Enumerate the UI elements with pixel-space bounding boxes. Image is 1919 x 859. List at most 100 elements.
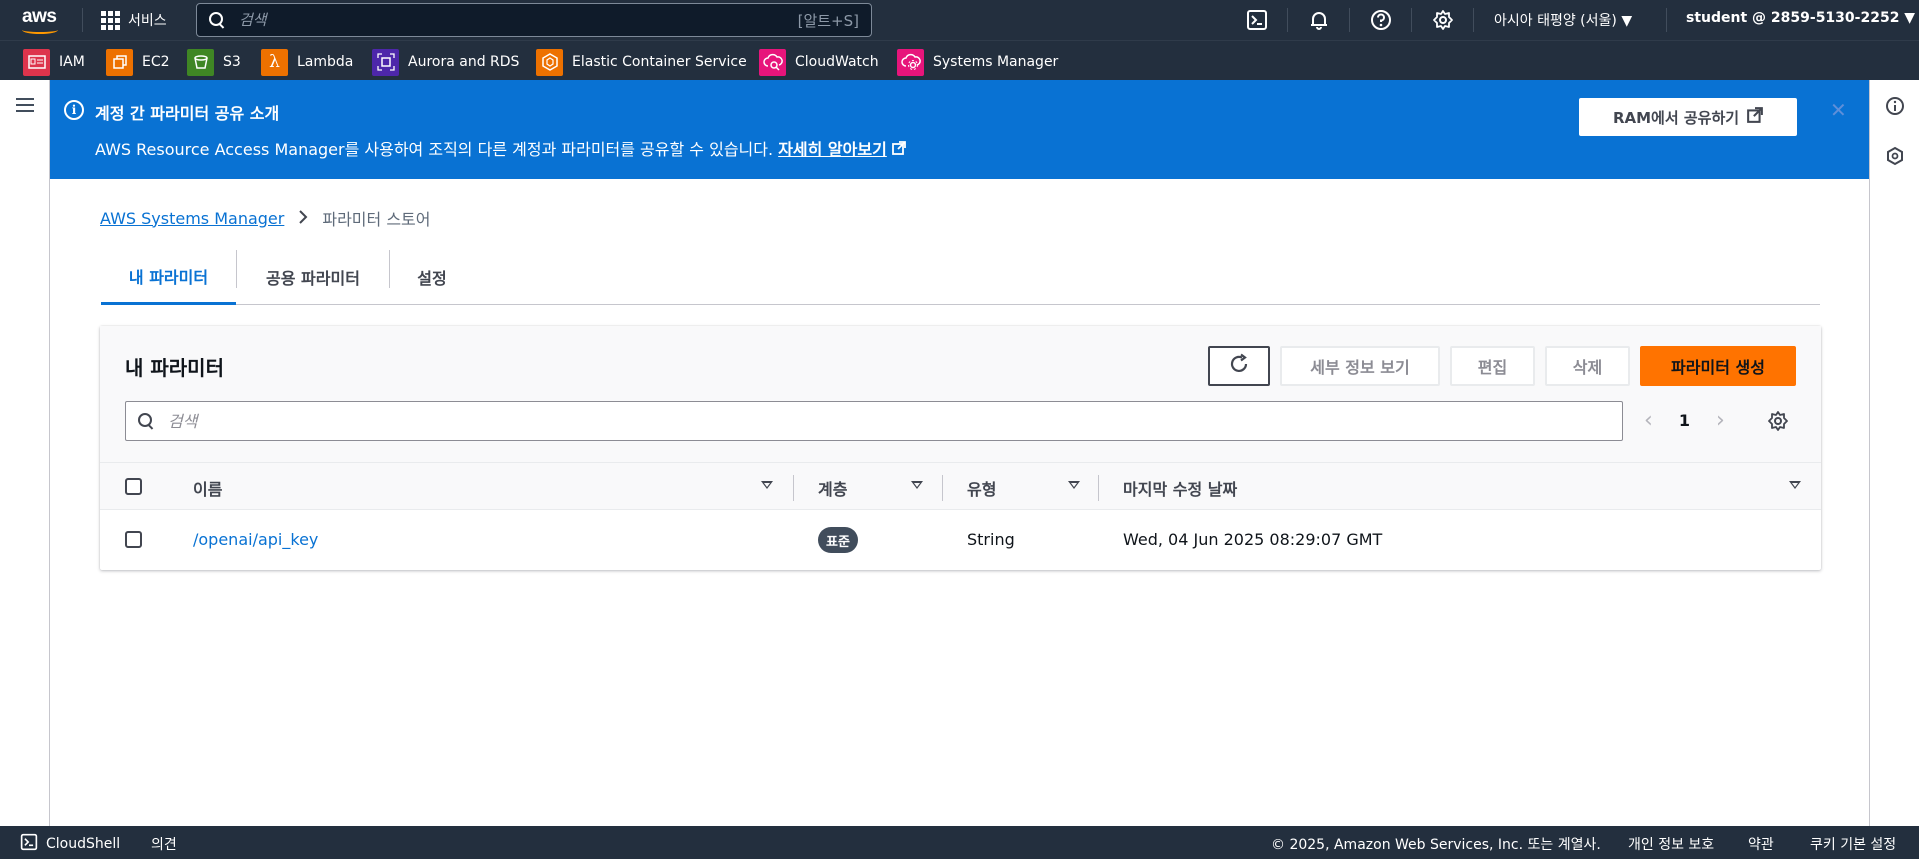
favorite-ecs[interactable]: Elastic Container Service (536, 48, 747, 76)
cloudshell-label: CloudShell (46, 836, 121, 852)
global-search-input[interactable] (239, 11, 798, 29)
edit-button[interactable]: 편집 (1450, 346, 1535, 386)
aws-logo[interactable]: aws (20, 4, 62, 36)
services-label: 서비스 (128, 13, 167, 29)
favorite-label: S3 (223, 54, 241, 70)
external-link-icon (1747, 107, 1763, 127)
services-menu-button[interactable]: 서비스 (100, 8, 167, 32)
breadcrumb-systems-manager[interactable]: AWS Systems Manager (100, 209, 284, 228)
panel-title: 내 파라미터 (125, 356, 224, 380)
favorite-label: IAM (59, 54, 85, 70)
column-divider[interactable] (942, 475, 943, 501)
cookie-preferences-link[interactable]: 쿠키 기본 설정 (1810, 834, 1896, 854)
column-divider[interactable] (1098, 475, 1099, 501)
divider (1666, 8, 1667, 32)
flash-notification: i 계정 간 파라미터 공유 소개 AWS Resource Access Ma… (50, 80, 1869, 179)
favorite-ec2[interactable]: EC2 (106, 48, 170, 76)
column-header-last-modified[interactable]: 마지막 수정 날짜 (1123, 476, 1237, 500)
favorite-systems-manager[interactable]: Systems Manager (897, 48, 1058, 76)
sort-icon[interactable] (911, 481, 923, 489)
create-parameter-button[interactable]: 파라미터 생성 (1640, 346, 1796, 386)
settings-icon[interactable] (1431, 8, 1455, 32)
parameters-table-panel: 내 파라미터 세부 정보 보기 편집 삭제 파라미터 생성 ‹ 1 › 이름 계… (100, 326, 1821, 570)
flash-message-text: AWS Resource Access Manager를 사용하여 조직의 다른… (95, 140, 774, 159)
aws-logo-text: aws (22, 6, 57, 27)
table-header: 이름 계층 유형 마지막 수정 날짜 (100, 462, 1821, 510)
parameter-search[interactable] (125, 401, 1623, 441)
ec2-service-icon (106, 48, 133, 76)
panel-header: 내 파라미터 세부 정보 보기 편집 삭제 파라미터 생성 ‹ 1 › (100, 326, 1821, 462)
sort-icon[interactable] (1068, 481, 1080, 489)
region-selector[interactable]: 아시아 태평양 (서울) ▼ (1494, 10, 1632, 30)
sort-icon[interactable] (1789, 481, 1801, 489)
cloudshell-icon[interactable] (1245, 8, 1269, 32)
row-checkbox[interactable] (125, 531, 142, 548)
info-panel-icon[interactable] (1885, 96, 1905, 120)
notifications-icon[interactable] (1307, 8, 1331, 32)
sort-icon[interactable] (761, 481, 773, 489)
menu-icon[interactable] (16, 98, 34, 112)
tab-my-parameters[interactable]: 내 파라미터 (101, 250, 236, 305)
aws-smile-icon (22, 26, 58, 34)
flash-title: 계정 간 파라미터 공유 소개 (95, 104, 280, 123)
column-header-name[interactable]: 이름 (193, 476, 222, 500)
delete-button[interactable]: 삭제 (1545, 346, 1630, 386)
divider (1411, 8, 1412, 32)
table-row: /openai/api_key 표준 String Wed, 04 Jun 20… (100, 510, 1821, 568)
resource-explorer-icon[interactable] (1885, 146, 1905, 170)
divider (82, 8, 83, 32)
feedback-link[interactable]: 의견 (151, 834, 177, 854)
account-menu[interactable]: student @ 2859-5130-2252 ▼ (1686, 10, 1915, 26)
tab-settings[interactable]: 설정 (390, 250, 474, 304)
refresh-icon (1228, 353, 1250, 379)
console-footer: CloudShell 의견 © 2025, Amazon Web Service… (0, 826, 1919, 859)
table-preferences-gear-icon[interactable] (1767, 410, 1789, 436)
next-page-icon[interactable]: › (1716, 408, 1725, 433)
tab-list: 내 파라미터 공용 파라미터 설정 (101, 250, 1820, 305)
cloudshell-button[interactable]: CloudShell (20, 833, 120, 855)
privacy-link[interactable]: 개인 정보 보호 (1628, 834, 1714, 854)
help-icon[interactable] (1369, 8, 1393, 32)
global-search[interactable]: [알트+S] (196, 3, 872, 37)
previous-page-icon[interactable]: ‹ (1644, 408, 1653, 433)
systems-manager-icon (897, 48, 924, 76)
refresh-button[interactable] (1208, 346, 1270, 386)
ram-button-label: RAM에서 공유하기 (1612, 108, 1740, 127)
close-icon[interactable]: ✕ (1830, 98, 1847, 122)
favorite-iam[interactable]: IAM (23, 48, 85, 76)
top-navigation: aws 서비스 [알트+S] 아시아 태평양 (서울) ▼ student @ … (0, 0, 1919, 40)
flash-message: AWS Resource Access Manager를 사용하여 조직의 다른… (95, 136, 906, 160)
share-in-ram-button[interactable]: RAM에서 공유하기 (1579, 98, 1797, 136)
divider (1473, 8, 1474, 32)
current-page-number[interactable]: 1 (1679, 411, 1690, 430)
favorite-s3[interactable]: S3 (187, 48, 241, 76)
breadcrumb: AWS Systems Manager 파라미터 스토어 (100, 206, 431, 230)
favorite-label: EC2 (142, 54, 170, 70)
column-header-type[interactable]: 유형 (967, 476, 996, 500)
parameter-search-input[interactable] (168, 411, 1610, 431)
search-shortcut-hint: [알트+S] (797, 11, 859, 30)
tab-public-parameters[interactable]: 공용 파라미터 (237, 250, 389, 304)
favorite-lambda[interactable]: λ Lambda (261, 48, 354, 76)
column-header-tier[interactable]: 계층 (818, 476, 847, 500)
parameter-name-link[interactable]: /openai/api_key (193, 530, 318, 549)
divider (1287, 8, 1288, 32)
view-details-button[interactable]: 세부 정보 보기 (1280, 346, 1440, 386)
rds-database-icon (372, 48, 399, 76)
column-divider[interactable] (793, 475, 794, 501)
favorite-label: CloudWatch (795, 54, 879, 70)
copyright-text: © 2025, Amazon Web Services, Inc. 또는 계열사… (1271, 837, 1601, 853)
favorite-label: Lambda (297, 54, 354, 70)
side-navigation-rail (0, 80, 50, 826)
pagination: ‹ 1 › (1644, 408, 1725, 433)
learn-more-link[interactable]: 자세히 알아보기 (778, 140, 887, 159)
favorite-cloudwatch[interactable]: CloudWatch (759, 48, 879, 76)
select-all-checkbox[interactable] (125, 478, 142, 495)
search-icon (209, 12, 225, 28)
tools-rail (1869, 80, 1919, 826)
favorite-label: Elastic Container Service (572, 54, 747, 70)
chevron-right-icon (298, 209, 308, 228)
terms-link[interactable]: 약관 (1748, 834, 1774, 854)
breadcrumb-parameter-store: 파라미터 스토어 (322, 210, 431, 229)
favorite-aurora-rds[interactable]: Aurora and RDS (372, 48, 519, 76)
